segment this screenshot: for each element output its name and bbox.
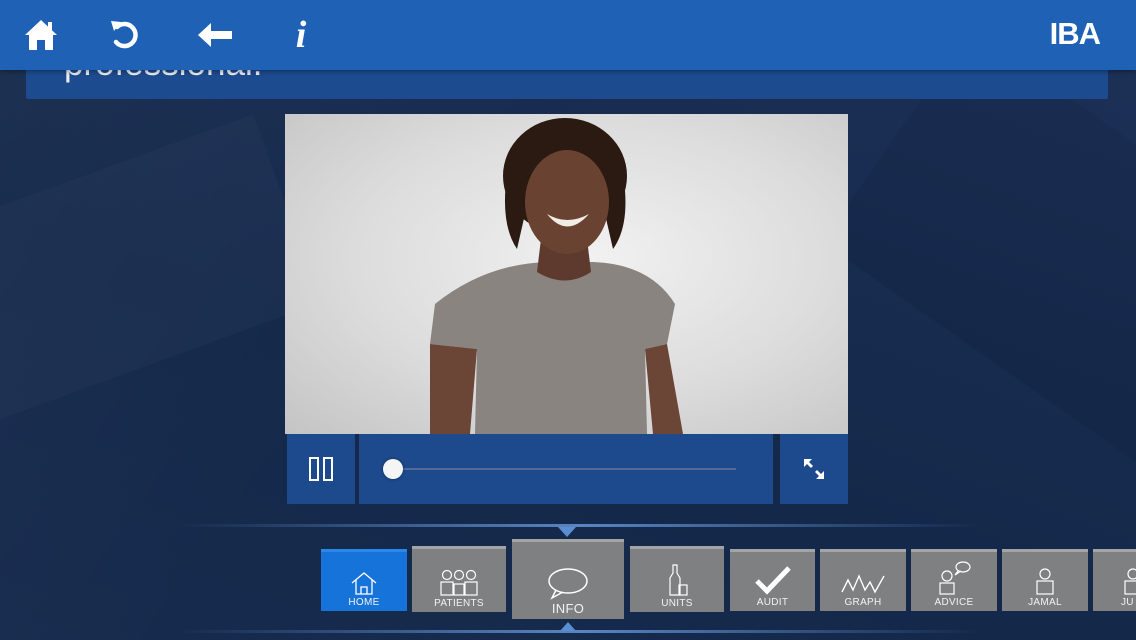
back-button[interactable]: [194, 14, 236, 56]
person-icon: [1124, 568, 1136, 595]
home-outline-icon: [351, 572, 377, 595]
dock-label: INFO: [551, 601, 585, 616]
dock-label: JU: [1121, 597, 1134, 608]
dock-patients[interactable]: PATIENTS: [412, 546, 506, 612]
checkmark-icon: [754, 566, 791, 595]
fullscreen-icon: [804, 459, 824, 479]
home-icon: [25, 20, 57, 50]
dock-label: UNITS: [661, 598, 693, 609]
advice-icon: [939, 561, 971, 595]
dock-label: PATIENTS: [434, 598, 484, 609]
dock-label: AUDIT: [756, 597, 789, 608]
fullscreen-button[interactable]: [780, 434, 848, 504]
refresh-icon: [111, 21, 138, 49]
refresh-button[interactable]: [104, 14, 146, 56]
info-icon: i: [295, 14, 307, 56]
seek-track[interactable]: [393, 468, 736, 470]
dock-label: ADVICE: [934, 597, 974, 608]
dock-jamal[interactable]: JAMAL: [1002, 549, 1088, 611]
seek-handle[interactable]: [383, 459, 403, 479]
pause-icon: [309, 457, 333, 481]
info-button[interactable]: i: [280, 14, 322, 56]
presenter-image: [430, 118, 683, 434]
dock-units[interactable]: UNITS: [630, 546, 724, 612]
dock-divider: [180, 630, 980, 633]
dock-home[interactable]: HOME: [321, 549, 407, 611]
person-icon: [1036, 568, 1054, 595]
iba-logo: IBA: [1049, 16, 1101, 51]
home-button[interactable]: [20, 14, 62, 56]
dock-graph[interactable]: GRAPH: [820, 549, 906, 611]
top-bar: i IBA: [0, 0, 1136, 70]
dock-label: GRAPH: [844, 597, 882, 608]
back-arrow-icon: [198, 23, 232, 47]
patients-icon: [440, 569, 478, 596]
bottle-glass-icon: [669, 564, 688, 596]
graph-icon: [841, 574, 885, 594]
seek-bar[interactable]: [359, 434, 773, 504]
speech-bubble-icon: [548, 568, 588, 600]
pause-button[interactable]: [287, 434, 355, 504]
dock-info[interactable]: INFO: [512, 539, 624, 619]
dock-label: HOME: [348, 597, 380, 608]
dock-label: JAMAL: [1028, 597, 1062, 608]
video-player[interactable]: [285, 114, 848, 434]
dock-pointer-bottom: [560, 622, 576, 631]
dock-audit[interactable]: AUDIT: [730, 549, 815, 611]
dock-advice[interactable]: ADVICE: [911, 549, 997, 611]
dock-ju[interactable]: JU: [1093, 549, 1136, 611]
dock-pointer-top: [558, 527, 576, 537]
dock-divider: [180, 524, 980, 527]
